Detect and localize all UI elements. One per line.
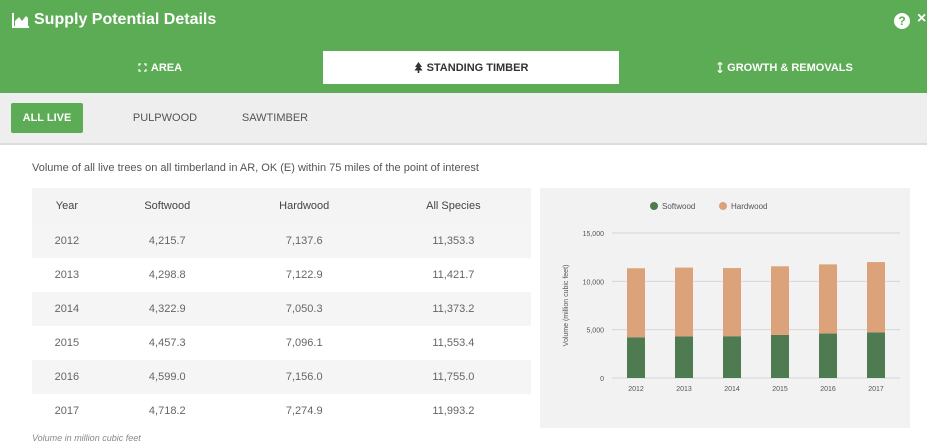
chart-canvas: 0 5,000 10,000 15,000 Volume (million cubic … bbox=[563, 202, 900, 393]
table-cell: 11,755.0 bbox=[375, 360, 531, 394]
table-cell: 11,373.2 bbox=[375, 292, 531, 326]
table-cell: 2014 bbox=[32, 292, 102, 326]
table-cell: 11,553.4 bbox=[375, 326, 531, 360]
table-cell: 11,353.3 bbox=[375, 224, 531, 258]
bar-hardwood bbox=[723, 268, 741, 337]
x-tick-label: 2012 bbox=[628, 386, 644, 393]
table-cell: 7,122.9 bbox=[232, 258, 376, 292]
table-cell: 7,274.9 bbox=[232, 394, 376, 428]
table-cell: 4,298.8 bbox=[101, 258, 233, 292]
subtab-sawtimber[interactable]: SAWTIMBER bbox=[230, 103, 320, 133]
help-icon[interactable]: ? bbox=[894, 13, 910, 29]
column-header-hardwood: Hardwood bbox=[232, 188, 376, 224]
tree-icon bbox=[414, 62, 423, 73]
tab-standing-timber-label: STANDING TIMBER bbox=[426, 61, 529, 74]
column-header-year: Year bbox=[32, 188, 102, 224]
stacked-bar-chart: 0 5,000 10,000 15,000 Volume (million cubic … bbox=[540, 188, 910, 428]
bar-softwood bbox=[819, 333, 837, 378]
subtab-pulpwood[interactable]: PULPWOOD bbox=[115, 103, 215, 133]
volume-table: Year Softwood Hardwood All Species 2012 … bbox=[32, 188, 531, 428]
table-row: 2015 4,457.3 7,096.1 11,553.4 bbox=[32, 326, 531, 360]
units-footnote: Volume in million cubic feet bbox=[32, 433, 141, 443]
tab-standing-timber[interactable]: STANDING TIMBER bbox=[323, 51, 619, 84]
chart-icon bbox=[12, 13, 29, 28]
dialog-title: Supply Potential Details bbox=[34, 11, 217, 28]
table-cell: 11,421.7 bbox=[375, 258, 531, 292]
table-cell: 7,050.3 bbox=[232, 292, 376, 326]
bar-softwood bbox=[627, 337, 645, 378]
volume-description: Volume of all live trees on all timberla… bbox=[32, 162, 479, 174]
y-tick-label: 15,000 bbox=[583, 231, 605, 238]
table-row: 2012 4,215.7 7,137.6 11,353.3 bbox=[32, 224, 531, 258]
bar-hardwood bbox=[771, 266, 789, 335]
bar-hardwood bbox=[867, 262, 885, 333]
column-header-softwood: Softwood bbox=[101, 188, 233, 224]
table-cell: 4,457.3 bbox=[101, 326, 233, 360]
bar-hardwood bbox=[675, 267, 693, 337]
tab-growth-removals[interactable]: GROWTH & REMOVALS bbox=[650, 51, 920, 84]
table-cell: 4,215.7 bbox=[101, 224, 233, 258]
table-row: 2017 4,718.2 7,274.9 11,993.2 bbox=[32, 394, 531, 428]
table-cell: 2017 bbox=[32, 394, 102, 428]
y-axis-label: Volume (million cubic feet) bbox=[563, 265, 570, 347]
table-cell: 7,137.6 bbox=[232, 224, 376, 258]
bar-hardwood bbox=[627, 268, 645, 338]
bar-softwood bbox=[675, 336, 693, 378]
legend-label-hardwood: Hardwood bbox=[731, 202, 767, 211]
table-cell: 4,322.9 bbox=[101, 292, 233, 326]
table-cell: 7,096.1 bbox=[232, 326, 376, 360]
table-cell: 11,993.2 bbox=[375, 394, 531, 428]
area-icon bbox=[138, 63, 147, 72]
column-header-all-species: All Species bbox=[375, 188, 531, 224]
bar-softwood bbox=[771, 334, 789, 378]
table-header-row: Year Softwood Hardwood All Species bbox=[32, 188, 531, 224]
legend-label-softwood: Softwood bbox=[662, 202, 695, 211]
y-tick-label: 0 bbox=[600, 376, 604, 383]
legend-marker-hardwood bbox=[719, 202, 727, 210]
bar-hardwood bbox=[819, 264, 837, 334]
tab-growth-removals-label: GROWTH & REMOVALS bbox=[727, 61, 853, 74]
table-cell: 4,599.0 bbox=[101, 360, 233, 394]
growth-icon bbox=[717, 62, 723, 73]
tab-area[interactable]: AREA bbox=[40, 51, 280, 84]
table-cell: 2013 bbox=[32, 258, 102, 292]
subtab-all-live[interactable]: ALL LIVE bbox=[11, 103, 83, 133]
title-bar: Supply Potential Details ? × bbox=[0, 0, 927, 41]
main-tab-bar: AREA STANDING TIMBER GROWTH & REMOVALS bbox=[0, 41, 927, 93]
table-cell: 2012 bbox=[32, 224, 102, 258]
x-tick-label: 2013 bbox=[676, 386, 692, 393]
table-row: 2013 4,298.8 7,122.9 11,421.7 bbox=[32, 258, 531, 292]
x-tick-label: 2017 bbox=[868, 386, 884, 393]
sub-tab-bar: ALL LIVE PULPWOOD SAWTIMBER bbox=[0, 93, 927, 145]
y-tick-label: 5,000 bbox=[586, 328, 604, 335]
tab-area-label: AREA bbox=[150, 61, 183, 74]
close-icon[interactable]: × bbox=[917, 10, 926, 28]
bar-softwood bbox=[723, 336, 741, 378]
table-cell: 2016 bbox=[32, 360, 102, 394]
table-cell: 4,718.2 bbox=[101, 394, 233, 428]
x-tick-label: 2014 bbox=[724, 386, 740, 393]
x-tick-label: 2015 bbox=[772, 386, 788, 393]
y-tick-label: 10,000 bbox=[583, 279, 605, 286]
bar-softwood bbox=[867, 332, 885, 378]
table-row: 2016 4,599.0 7,156.0 11,755.0 bbox=[32, 360, 531, 394]
table-cell: 7,156.0 bbox=[232, 360, 376, 394]
table-row: 2014 4,322.9 7,050.3 11,373.2 bbox=[32, 292, 531, 326]
table-cell: 2015 bbox=[32, 326, 102, 360]
legend-marker-softwood bbox=[650, 202, 658, 210]
x-tick-label: 2016 bbox=[820, 386, 836, 393]
